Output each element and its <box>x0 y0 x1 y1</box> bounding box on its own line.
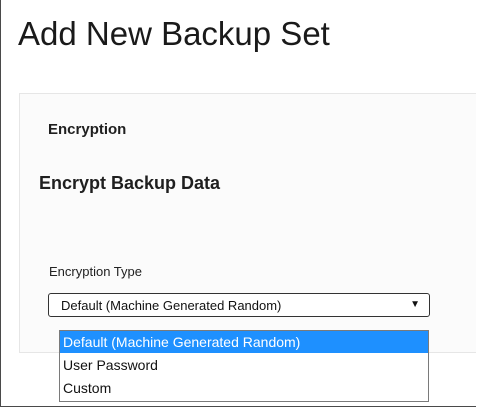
panel-heading: Encryption <box>48 121 127 138</box>
option-user-password[interactable]: User Password <box>60 354 428 376</box>
dropdown-arrow-icon: ▼ <box>410 299 420 310</box>
encryption-panel: Encryption Encrypt Backup Data Encryptio… <box>19 93 476 353</box>
section-title: Encrypt Backup Data <box>39 173 221 193</box>
encryption-type-label: Encryption Type <box>49 264 142 279</box>
option-custom[interactable]: Custom <box>60 377 428 399</box>
encryption-type-dropdown-list: Default (Machine Generated Random) User … <box>59 330 429 402</box>
option-default-machine-generated-random[interactable]: Default (Machine Generated Random) <box>60 331 428 353</box>
encryption-type-selected-value: Default (Machine Generated Random) <box>61 298 282 313</box>
page-title: Add New Backup Set <box>18 15 330 52</box>
encryption-type-select[interactable]: Default (Machine Generated Random) ▼ <box>48 293 430 317</box>
backup-set-window: Add New Backup Set Encryption Encrypt Ba… <box>0 0 476 407</box>
